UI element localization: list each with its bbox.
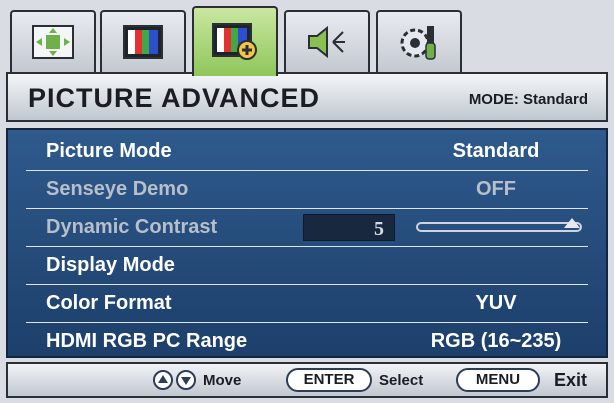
tab-picture[interactable] <box>100 10 186 72</box>
select-hint: Select <box>379 372 424 389</box>
tab-picture-advanced[interactable] <box>192 6 278 76</box>
menu-list: Picture Mode Standard Senseye Demo OFF D… <box>6 128 608 358</box>
menu-item-label: Dynamic Contrast <box>46 216 218 238</box>
display-position-icon <box>32 25 74 59</box>
menu-item-label: Display Mode <box>46 254 175 276</box>
menu-item-senseye-demo[interactable]: Senseye Demo OFF <box>26 172 588 209</box>
tab-bar <box>6 6 486 76</box>
menu-key-button[interactable]: MENU <box>456 368 540 392</box>
down-arrow-icon[interactable] <box>176 370 196 390</box>
menu-item-hdmi-rgb-pc-range[interactable]: HDMI RGB PC Range RGB (16~235) <box>26 324 588 360</box>
menu-item-label: HDMI RGB PC Range <box>46 330 248 352</box>
key-guide-bar: Move ENTER Select MENU Exit <box>6 362 608 398</box>
menu-item-display-mode[interactable]: Display Mode <box>26 248 588 285</box>
menu-item-value: Standard <box>452 140 540 162</box>
exit-hint: Exit <box>554 370 588 390</box>
system-settings-icon <box>400 26 436 60</box>
picture-color-bars-icon <box>123 25 163 59</box>
menu-item-label: Color Format <box>46 292 172 314</box>
tab-display[interactable] <box>10 10 96 72</box>
menu-item-dynamic-contrast[interactable]: Dynamic Contrast 5 <box>26 210 588 247</box>
tab-audio[interactable] <box>284 10 370 72</box>
enter-key-button[interactable]: ENTER <box>286 368 372 392</box>
menu-item-picture-mode[interactable]: Picture Mode Standard <box>26 134 588 171</box>
current-mode-label: MODE: Standard <box>468 91 588 108</box>
menu-item-label: Senseye Demo <box>46 178 189 200</box>
move-hint: Move <box>203 372 242 389</box>
page-title: PICTURE ADVANCED <box>28 83 321 113</box>
speaker-audio-icon <box>308 25 345 59</box>
contrast-value: 5 <box>374 218 384 240</box>
menu-item-label: Picture Mode <box>46 140 172 162</box>
contrast-slider[interactable] <box>416 218 582 232</box>
contrast-value-box: 5 <box>303 214 395 241</box>
menu-header: PICTURE ADVANCED MODE: Standard <box>6 72 608 122</box>
menu-item-color-format[interactable]: Color Format YUV <box>26 286 588 323</box>
osd-window: PICTURE ADVANCED MODE: Standard Picture … <box>0 0 614 403</box>
menu-item-value: RGB (16~235) <box>430 330 562 352</box>
up-arrow-icon[interactable] <box>153 370 173 390</box>
menu-item-value: YUV <box>475 292 517 314</box>
tab-system[interactable] <box>376 10 462 72</box>
menu-item-value: OFF <box>476 178 516 200</box>
slider-thumb-icon[interactable] <box>564 218 580 228</box>
picture-advanced-icon <box>212 23 257 60</box>
